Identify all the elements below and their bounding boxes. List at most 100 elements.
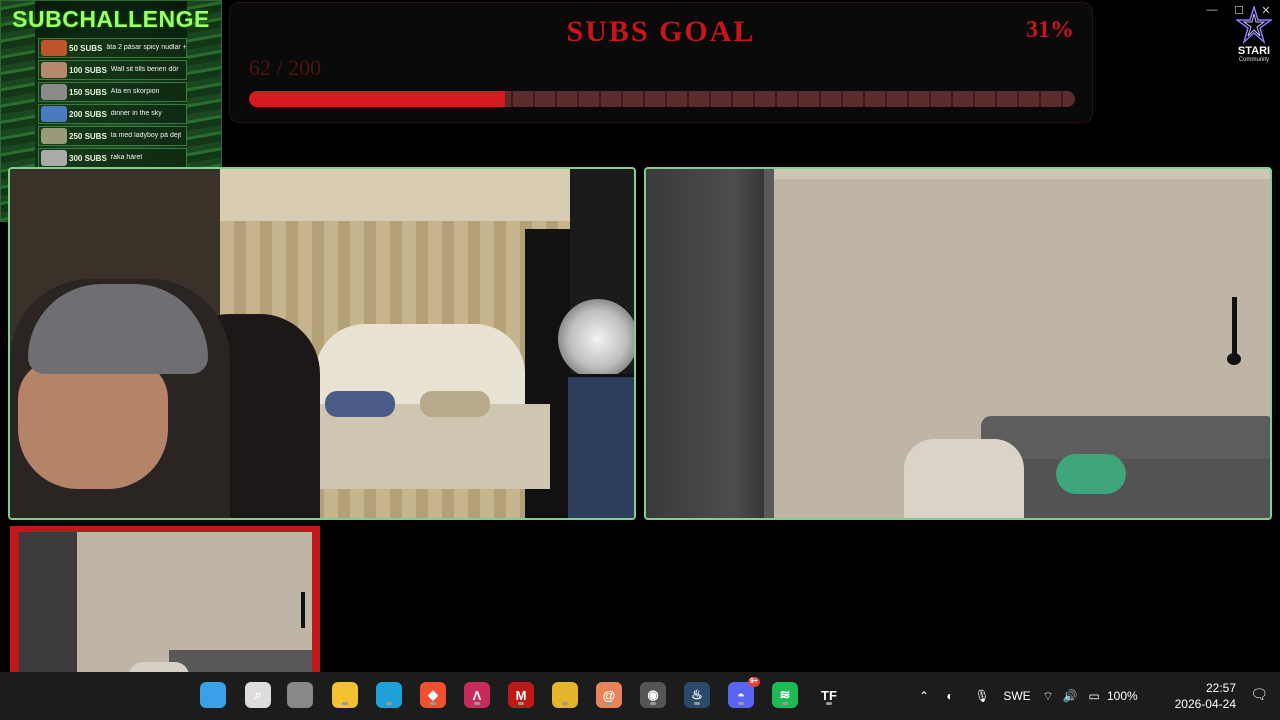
microphone-icon[interactable]: 🎙 xyxy=(967,689,997,703)
ceiling xyxy=(220,169,600,221)
running-indicator xyxy=(694,702,700,705)
spotify-glyph: ≋ xyxy=(779,687,791,702)
subchallenge-amount: 150 SUBS xyxy=(69,87,107,97)
tf-icon[interactable]: TF xyxy=(816,682,842,708)
running-indicator xyxy=(386,702,392,705)
scorpion-icon xyxy=(41,84,67,100)
subchallenge-task: ta med ladyboy på dejt xyxy=(110,132,182,139)
subchallenge-task: dinner in the sky xyxy=(110,110,162,117)
chevron-up-icon[interactable]: ⌃ xyxy=(915,689,933,703)
door xyxy=(646,169,774,518)
antivirus-tray-icon[interactable]: ◐ xyxy=(933,689,967,703)
mcafee-icon[interactable]: M xyxy=(508,682,534,708)
chair xyxy=(904,439,1024,518)
wifi-icon[interactable]: ⌔ xyxy=(1037,689,1059,704)
feather-decoration xyxy=(558,299,634,379)
razor-icon xyxy=(41,150,67,166)
ceiling xyxy=(766,169,1270,179)
discord-glyph: ◓ xyxy=(737,687,745,703)
steam-glyph: ♨ xyxy=(691,687,703,702)
search-glyph: ⌕ xyxy=(254,687,262,702)
subchallenge-amount: 200 SUBS xyxy=(69,109,107,119)
running-indicator xyxy=(826,702,832,705)
wall-lamp xyxy=(301,592,305,628)
door xyxy=(19,532,77,692)
subchallenge-amount: 250 SUBS xyxy=(69,131,107,141)
notification-badge: 9+ xyxy=(748,677,760,687)
subs-goal-count: 62 / 200 xyxy=(249,55,322,80)
subchallenge-task: Wall sit tills benen dör xyxy=(110,66,179,73)
running-indicator xyxy=(430,702,436,705)
chrome-icon[interactable] xyxy=(552,682,578,708)
discord-icon[interactable]: ◓ 9+ xyxy=(728,677,760,708)
running-indicator xyxy=(342,702,348,705)
subchallenge-amount: 300 SUBS xyxy=(69,153,107,163)
leg-icon xyxy=(41,62,67,78)
git-client-glyph: ◆ xyxy=(428,687,438,702)
file-explorer-icon[interactable] xyxy=(332,682,358,708)
running-indicator xyxy=(474,702,480,705)
monitor xyxy=(565,374,634,518)
date-icon xyxy=(41,128,67,144)
subchallenge-row: 300 SUBS raka håret xyxy=(38,148,187,168)
subs-goal-panel: SUBS GOAL 62 / 200 31% xyxy=(229,2,1093,123)
battery-icon[interactable]: ▭ xyxy=(1081,689,1107,703)
running-indicator xyxy=(606,702,612,705)
subchallenge-row: 250 SUBS ta med ladyboy på dejt xyxy=(38,126,187,146)
steam-icon[interactable]: ♨ xyxy=(684,682,710,708)
tf-glyph: TF xyxy=(821,687,837,703)
subchallenge-task: äta 2 påsar spicy nudlar + extra chili xyxy=(106,44,186,51)
git-client-icon[interactable]: ◆ xyxy=(420,682,446,708)
running-indicator xyxy=(650,702,656,705)
sky-icon xyxy=(41,106,67,122)
wall-lamp-head xyxy=(1227,353,1241,365)
clock[interactable]: 22:57 2026-04-24 xyxy=(1175,680,1236,712)
affinity-icon[interactable]: Λ xyxy=(464,682,490,708)
webcam-small-feed xyxy=(19,532,312,692)
subs-goal-progress-bar xyxy=(249,91,1075,107)
notifications-icon[interactable]: 🗨 xyxy=(1250,686,1268,703)
webcam-right xyxy=(644,167,1272,520)
battery-percent: 100% xyxy=(1107,689,1138,703)
mcafee-glyph: M xyxy=(515,687,527,703)
spotify-icon[interactable]: ≋ xyxy=(772,682,798,708)
swirl-app-icon[interactable]: @ xyxy=(596,682,622,708)
noodles-icon xyxy=(41,40,67,56)
volume-icon[interactable]: 🔊 xyxy=(1059,689,1081,703)
subchallenge-row: 200 SUBS dinner in the sky xyxy=(38,104,187,124)
running-indicator xyxy=(738,702,744,705)
webcam-left xyxy=(8,167,636,520)
edge-icon[interactable] xyxy=(376,682,402,708)
obs-glyph: ◉ xyxy=(647,687,659,702)
subchallenge-amount: 100 SUBS xyxy=(69,65,107,75)
subs-goal-progress-fill xyxy=(249,91,506,107)
subchallenge-task: Äta en skorpion xyxy=(110,88,160,95)
subchallenge-row: 50 SUBSäta 2 påsar spicy nudlar + extra … xyxy=(38,38,187,58)
affinity-glyph: Λ xyxy=(472,687,482,703)
subchallenge-amount: 50 SUBS xyxy=(69,43,103,53)
language-indicator[interactable]: SWE xyxy=(997,689,1037,703)
system-tray: ⌃ ◐ 🎙 SWE ⌔ 🔊 ▭ 100% xyxy=(915,672,1138,720)
minimize-icon[interactable]: — xyxy=(1205,4,1219,16)
running-indicator xyxy=(562,702,568,705)
stari-logo-sub: Community xyxy=(1238,57,1270,63)
running-indicator xyxy=(518,702,524,705)
search-icon[interactable]: ⌕ xyxy=(245,682,271,708)
start-menu-icon[interactable] xyxy=(200,682,226,708)
subs-goal-percent: 31% xyxy=(1026,17,1074,43)
subchallenge-row: 100 SUBS Wall sit tills benen dör xyxy=(38,60,187,80)
task-view-icon[interactable] xyxy=(287,682,313,708)
clock-date: 2026-04-24 xyxy=(1174,697,1236,711)
star-icon xyxy=(1236,6,1272,45)
obs-icon[interactable]: ◉ xyxy=(640,682,666,708)
subchallenge-row: 150 SUBS Äta en skorpion xyxy=(38,82,187,102)
person-face xyxy=(18,359,168,489)
bed xyxy=(290,404,550,489)
clock-time: 22:57 xyxy=(1205,681,1236,695)
swirl-app-glyph: @ xyxy=(602,687,616,703)
pillow xyxy=(420,391,490,417)
subchallenge-title: SUBCHALLENGE xyxy=(12,6,210,32)
subs-goal-title: SUBS GOAL xyxy=(566,15,756,48)
door-frame xyxy=(764,169,774,518)
green-cloth xyxy=(1056,454,1126,494)
